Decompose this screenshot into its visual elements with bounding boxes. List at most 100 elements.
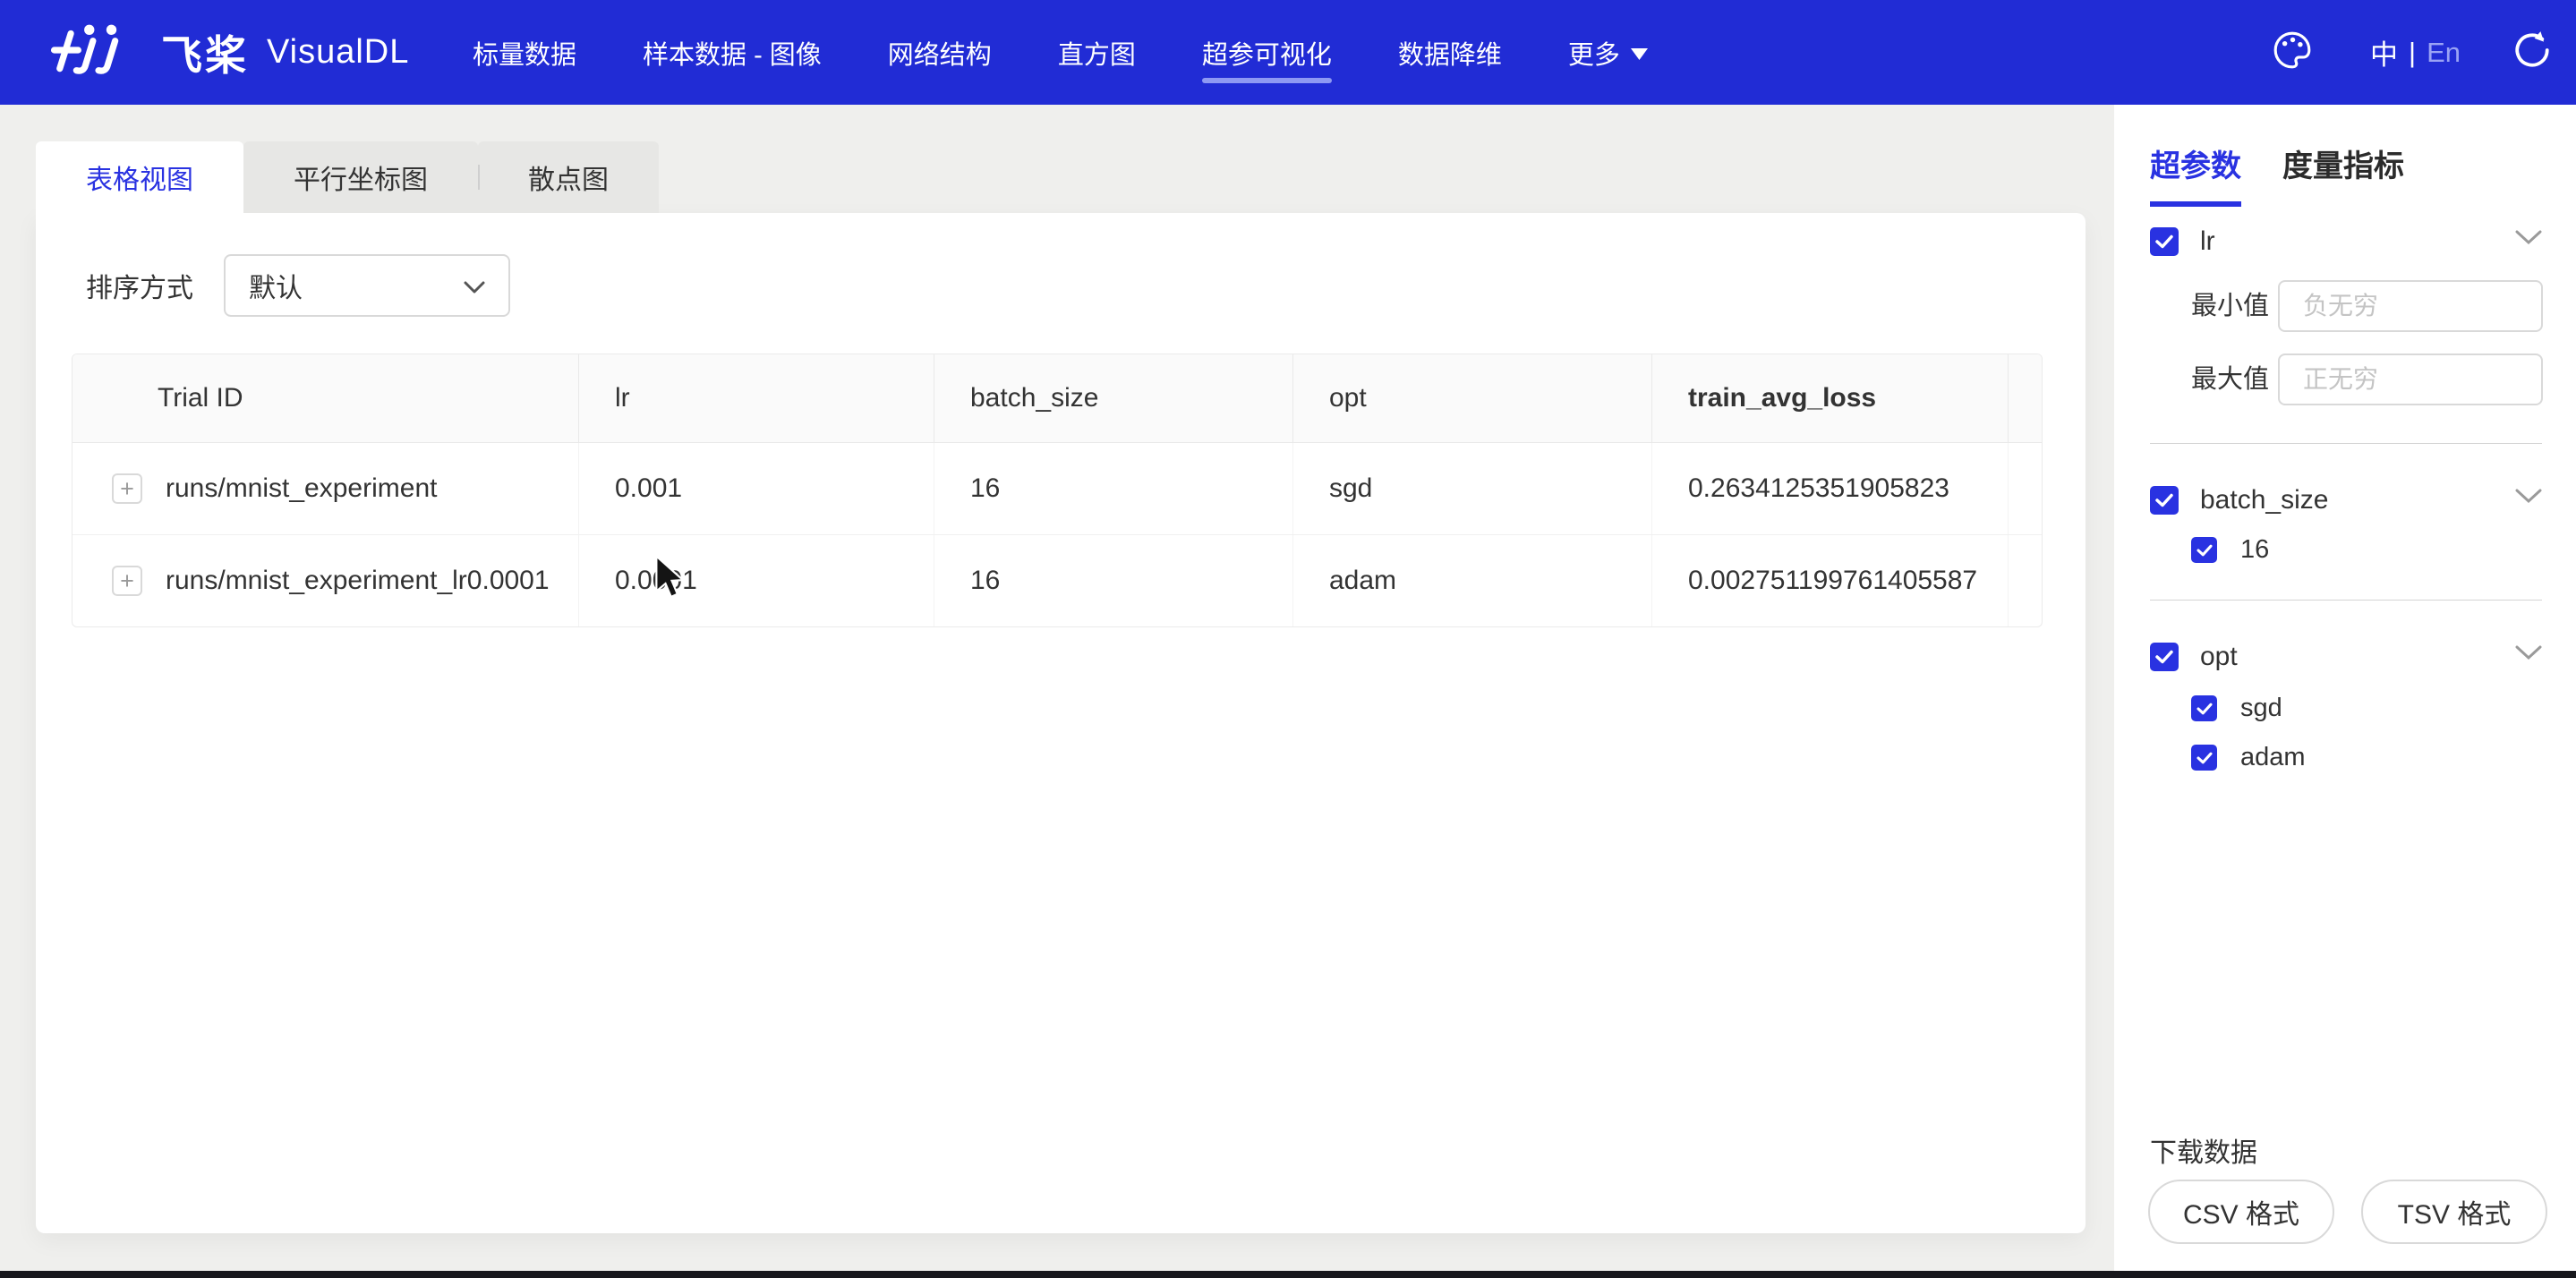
lr-cell: 0.001 bbox=[579, 443, 934, 534]
top-navbar: 飞桨 VisualDL 标量数据 样本数据 - 图像 网络结构 直方图 超参可视… bbox=[0, 0, 2576, 105]
brand-product-text: VisualDL bbox=[267, 33, 409, 72]
trials-table: Trial ID lr batch_size opt train_avg_los… bbox=[72, 354, 2043, 627]
section-name: batch_size bbox=[2200, 485, 2328, 515]
spacer-cell bbox=[2009, 535, 2043, 626]
nav-item-label: 数据降维 bbox=[1398, 34, 1502, 72]
tab-label: 散点图 bbox=[528, 158, 609, 197]
chevron-down-icon[interactable] bbox=[2515, 230, 2542, 250]
language-switcher: 中 | En bbox=[2370, 0, 2461, 105]
checkbox-adam[interactable] bbox=[2191, 745, 2217, 771]
nav-item-label: 标量数据 bbox=[473, 34, 576, 72]
sidebar-tabs: 超参数 度量指标 bbox=[2150, 141, 2404, 207]
window-bottom-edge bbox=[0, 1271, 2576, 1278]
nav-item-label: 更多 bbox=[1568, 34, 1620, 72]
main-nav-menu: 标量数据 样本数据 - 图像 网络结构 直方图 超参可视化 数据降维 更多 bbox=[473, 0, 1648, 105]
section-opt: opt bbox=[2150, 642, 2542, 672]
column-header-spacer bbox=[2009, 354, 2043, 442]
max-value-input[interactable] bbox=[2278, 354, 2543, 405]
nav-item-more[interactable]: 更多 bbox=[1568, 0, 1648, 105]
batch-size-cell: 16 bbox=[934, 535, 1293, 626]
refresh-icon bbox=[2512, 30, 2553, 75]
checkbox-16[interactable] bbox=[2191, 537, 2217, 563]
trial-id-cell: + runs/mnist_experiment bbox=[73, 443, 579, 534]
nav-item-label: 超参可视化 bbox=[1202, 34, 1332, 72]
chevron-down-icon bbox=[464, 270, 485, 301]
column-header-batch-size: batch_size bbox=[934, 354, 1293, 442]
theme-palette-button[interactable] bbox=[2272, 0, 2313, 105]
lr-cell: 0.0001 bbox=[579, 535, 934, 626]
tab-label: 表格视图 bbox=[86, 158, 193, 197]
value-row-sgd: sgd bbox=[2191, 694, 2282, 723]
trial-id-value: runs/mnist_experiment bbox=[166, 473, 437, 504]
brand-cn-text: 飞桨 bbox=[161, 23, 249, 82]
tab-scatter-plot[interactable]: 散点图 bbox=[478, 141, 659, 213]
sort-label: 排序方式 bbox=[86, 266, 193, 305]
sort-selected-value: 默认 bbox=[249, 266, 303, 305]
chevron-down-icon[interactable] bbox=[2515, 489, 2542, 508]
value-row-16: 16 bbox=[2191, 535, 2269, 565]
nav-item-high-dimensional[interactable]: 数据降维 bbox=[1398, 0, 1502, 105]
download-data-title: 下载数据 bbox=[2150, 1130, 2257, 1170]
download-tsv-button[interactable]: TSV 格式 bbox=[2361, 1180, 2547, 1244]
value-label: sgd bbox=[2240, 694, 2282, 723]
opt-cell: sgd bbox=[1293, 443, 1652, 534]
paddle-visualdl-logo[interactable]: 飞桨 VisualDL bbox=[50, 0, 409, 105]
nav-item-histogram[interactable]: 直方图 bbox=[1058, 0, 1136, 105]
palette-icon bbox=[2272, 30, 2313, 75]
sort-order-select[interactable]: 默认 bbox=[224, 254, 510, 317]
sort-row: 排序方式 默认 bbox=[86, 254, 510, 317]
download-csv-button[interactable]: CSV 格式 bbox=[2148, 1180, 2334, 1244]
lang-zh[interactable]: 中 bbox=[2370, 32, 2398, 72]
divider bbox=[2150, 443, 2542, 444]
opt-cell: adam bbox=[1293, 535, 1652, 626]
column-header-lr: lr bbox=[579, 354, 934, 442]
view-tabs: 表格视图 平行坐标图 散点图 bbox=[36, 141, 659, 213]
section-batch-size: batch_size bbox=[2150, 485, 2542, 515]
column-header-opt: opt bbox=[1293, 354, 1652, 442]
min-value-input[interactable] bbox=[2278, 280, 2543, 332]
column-header-train-avg-loss: train_avg_loss bbox=[1652, 354, 2009, 442]
section-name: lr bbox=[2200, 226, 2215, 257]
section-lr: lr bbox=[2150, 226, 2542, 257]
nav-item-scalar[interactable]: 标量数据 bbox=[473, 0, 576, 105]
checkbox-opt[interactable] bbox=[2150, 643, 2179, 671]
caret-down-icon bbox=[1631, 38, 1648, 67]
nav-item-graph[interactable]: 网络结构 bbox=[888, 0, 992, 105]
nav-item-label: 网络结构 bbox=[888, 34, 992, 72]
nav-item-label: 直方图 bbox=[1058, 34, 1136, 72]
checkbox-sgd[interactable] bbox=[2191, 695, 2217, 721]
table-header-row: Trial ID lr batch_size opt train_avg_los… bbox=[73, 354, 2042, 443]
tab-label: 平行坐标图 bbox=[294, 158, 428, 197]
checkbox-lr[interactable] bbox=[2150, 227, 2179, 256]
table-row: + runs/mnist_experiment 0.001 16 sgd 0.2… bbox=[73, 443, 2042, 535]
chevron-down-icon[interactable] bbox=[2515, 645, 2542, 665]
refresh-button[interactable] bbox=[2512, 0, 2553, 105]
min-value-label: 最小值 bbox=[2191, 280, 2269, 332]
tab-table-view[interactable]: 表格视图 bbox=[36, 141, 243, 213]
nav-item-label: 样本数据 - 图像 bbox=[643, 34, 822, 72]
spacer-cell bbox=[2009, 443, 2043, 534]
value-label: adam bbox=[2240, 743, 2306, 772]
nav-item-sample-image[interactable]: 样本数据 - 图像 bbox=[643, 0, 822, 105]
column-header-trial-id: Trial ID bbox=[73, 354, 579, 442]
expand-row-button[interactable]: + bbox=[112, 566, 142, 596]
section-name: opt bbox=[2200, 642, 2238, 672]
tab-hyperparameters[interactable]: 超参数 bbox=[2150, 141, 2241, 207]
max-value-label: 最大值 bbox=[2191, 354, 2269, 405]
value-label: 16 bbox=[2240, 535, 2269, 565]
table-view-panel: 排序方式 默认 Trial ID lr batch_size opt train… bbox=[36, 213, 2086, 1233]
table-row: + runs/mnist_experiment_lr0.0001 0.0001 … bbox=[73, 535, 2042, 626]
batch-size-cell: 16 bbox=[934, 443, 1293, 534]
lang-separator: | bbox=[2409, 37, 2416, 69]
nav-item-hyperparameter[interactable]: 超参可视化 bbox=[1202, 0, 1332, 105]
checkbox-batch-size[interactable] bbox=[2150, 486, 2179, 515]
trial-id-cell: + runs/mnist_experiment_lr0.0001 bbox=[73, 535, 579, 626]
value-row-adam: adam bbox=[2191, 743, 2306, 772]
filter-sidebar: 超参数 度量指标 lr 最小值 最大值 batch_size 16 opt sg… bbox=[2114, 105, 2576, 1271]
tab-parallel-coordinates[interactable]: 平行坐标图 bbox=[243, 141, 478, 213]
lang-en[interactable]: En bbox=[2427, 37, 2461, 69]
train-avg-loss-cell: 0.2634125351905823 bbox=[1652, 443, 2009, 534]
expand-row-button[interactable]: + bbox=[112, 473, 142, 504]
tab-metrics[interactable]: 度量指标 bbox=[2282, 141, 2404, 207]
train-avg-loss-cell: 0.002751199761405587 bbox=[1652, 535, 2009, 626]
